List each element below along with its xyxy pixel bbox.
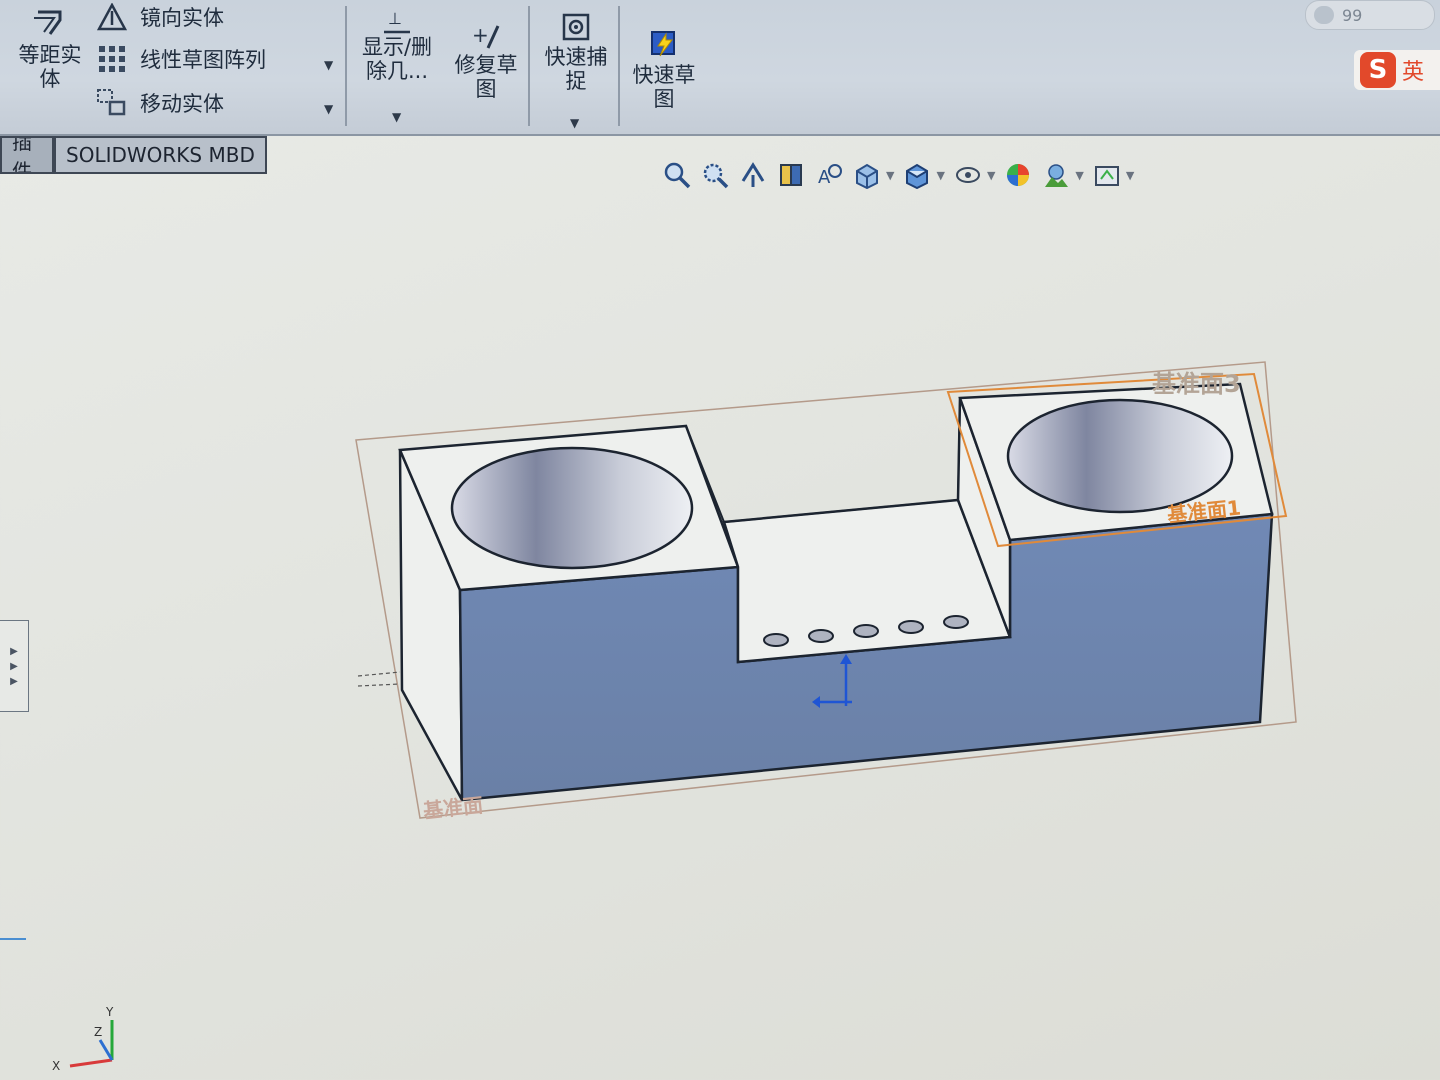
small-hole[interactable]	[808, 629, 834, 643]
triad-z-label: Z	[94, 1025, 102, 1039]
plane-label-base[interactable]: 基准面	[422, 793, 484, 823]
plane-label-3[interactable]: 基准面3	[1152, 370, 1241, 398]
left-cylindrical-hole[interactable]	[450, 446, 694, 570]
reference-triad-icon: Y X Z	[52, 1005, 114, 1073]
small-hole[interactable]	[898, 620, 924, 634]
right-cylindrical-hole[interactable]	[1006, 398, 1234, 514]
small-hole[interactable]	[943, 615, 969, 629]
middle-back-wall	[685, 397, 961, 524]
triad-x-label: X	[52, 1059, 60, 1073]
small-hole[interactable]	[763, 633, 789, 647]
small-hole[interactable]	[853, 624, 879, 638]
graphics-area[interactable]: 基准面3 基准面1 基准面 Y X Z	[0, 0, 1440, 1080]
construction-lines	[357, 671, 401, 687]
triad-y-label: Y	[105, 1005, 114, 1019]
